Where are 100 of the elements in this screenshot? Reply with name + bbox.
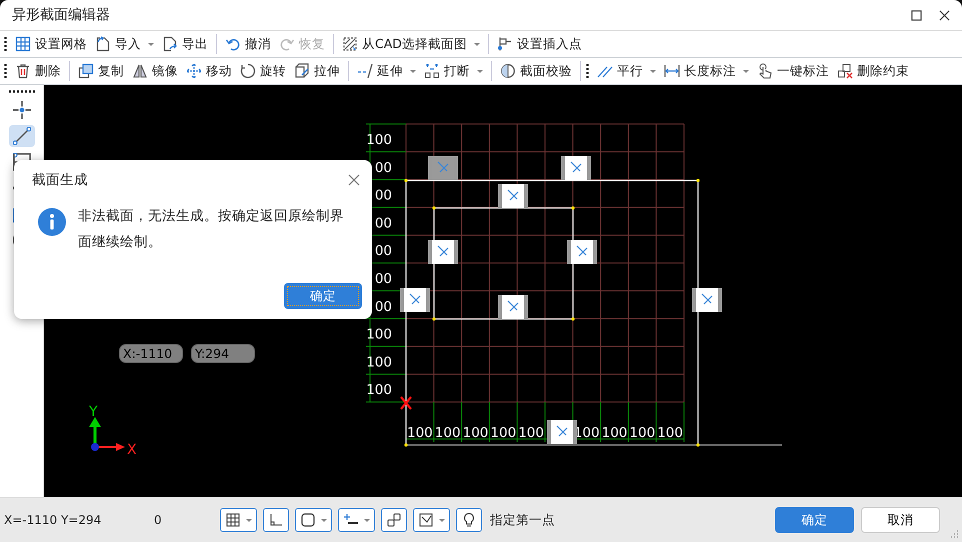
half-circle-icon xyxy=(500,63,516,79)
move-button[interactable]: 移动 xyxy=(183,60,235,82)
caret-icon xyxy=(364,518,370,522)
caret-icon xyxy=(439,518,445,522)
constraint-marker-icon[interactable] xyxy=(692,288,722,312)
angle-snap-button[interactable] xyxy=(413,508,450,532)
grid-snap-button[interactable] xyxy=(220,508,257,532)
constraint-marker-icon[interactable] xyxy=(498,184,528,208)
vertex-point[interactable] xyxy=(696,443,700,447)
caret-icon xyxy=(477,70,483,72)
export-button[interactable]: 导出 xyxy=(159,34,211,54)
tips-button[interactable] xyxy=(456,508,482,532)
vertex-point[interactable] xyxy=(696,178,700,182)
linked-squares-icon xyxy=(386,512,402,528)
resize-grip-icon xyxy=(950,530,959,539)
lightbulb-icon xyxy=(461,512,477,528)
dimension-label: 100 xyxy=(366,354,392,370)
dimension-label: 100 xyxy=(574,425,600,441)
grid-settings-button[interactable]: 设置网格 xyxy=(12,34,90,54)
ok-button[interactable]: 确定 xyxy=(775,507,854,533)
dimension-label: 100 xyxy=(366,326,392,343)
dimension-label: 00 xyxy=(374,188,392,204)
line-icon xyxy=(12,127,30,145)
vertex-point[interactable] xyxy=(571,206,575,210)
mirror-icon xyxy=(132,63,148,79)
hint-text: 指定第一点 xyxy=(490,512,555,528)
origin-point xyxy=(91,443,99,451)
length-dimension-icon xyxy=(664,63,680,79)
copy-button[interactable]: 复制 xyxy=(75,60,127,82)
dashed-frame-icon xyxy=(342,36,358,52)
line-snap-button[interactable] xyxy=(338,508,375,532)
vertex-point[interactable] xyxy=(432,206,436,210)
constraint-marker-icon[interactable] xyxy=(400,288,430,312)
line-tool[interactable] xyxy=(8,125,34,147)
mirror-button[interactable]: 镜像 xyxy=(129,60,181,82)
delete-constraint-icon xyxy=(837,63,853,79)
rounded-square-icon xyxy=(300,512,316,528)
delete-button[interactable]: 删除 xyxy=(12,60,64,82)
length-dimension-button[interactable]: 长度标注 xyxy=(661,60,752,82)
caret-icon xyxy=(246,518,252,522)
dialog-message: 非法截面，无法生成。按确定返回原绘制界面继续绘制。 xyxy=(78,207,345,252)
dimension-label: 100 xyxy=(407,425,433,441)
hand-pointer-icon xyxy=(757,63,773,79)
box-snap-button[interactable] xyxy=(381,508,407,532)
vertex-point[interactable] xyxy=(432,317,436,321)
dimension-label: 100 xyxy=(518,425,544,441)
ortho-button[interactable] xyxy=(263,508,289,532)
extend-icon xyxy=(357,63,373,79)
undo-button[interactable]: 撤消 xyxy=(222,34,274,54)
dimension-label: 100 xyxy=(366,132,392,148)
maximize-icon[interactable] xyxy=(911,10,922,20)
close-icon[interactable] xyxy=(939,10,950,20)
cad-select-button[interactable]: 从CAD选择截面图 xyxy=(339,34,483,54)
point-icon xyxy=(12,101,30,119)
insert-point-button[interactable]: 设置插入点 xyxy=(494,34,585,54)
dimension-label: 00 xyxy=(374,271,392,287)
caret-icon xyxy=(321,518,327,522)
coordinates-readout: X=-1110 Y=294 xyxy=(4,513,102,527)
copy-icon xyxy=(78,63,94,79)
extend-button[interactable]: 延伸 xyxy=(354,60,419,82)
break-button[interactable]: 打断 xyxy=(421,60,486,82)
grip-icon xyxy=(586,64,589,78)
caret-icon xyxy=(743,70,749,72)
constraint-marker-icon[interactable] xyxy=(498,295,528,319)
pin-icon xyxy=(496,36,513,52)
object-snap-button[interactable] xyxy=(295,508,332,532)
parallel-button[interactable]: 平行 xyxy=(594,60,659,82)
axis-label: Y xyxy=(89,404,98,420)
rotate-button[interactable]: 旋转 xyxy=(237,60,289,82)
vertex-point[interactable] xyxy=(404,443,408,447)
vertex-point[interactable] xyxy=(571,317,575,321)
auto-dimension-button[interactable]: 一键标注 xyxy=(754,60,832,82)
dimension-label: 100 xyxy=(462,425,488,441)
constraint-marker-icon[interactable] xyxy=(428,240,458,264)
import-button[interactable]: 导入 xyxy=(92,34,157,54)
section-check-button[interactable]: 截面校验 xyxy=(497,60,575,82)
caret-icon xyxy=(474,42,480,46)
dimension-label: 00 xyxy=(374,298,392,315)
constraint-marker-icon[interactable] xyxy=(547,420,577,444)
break-icon xyxy=(424,63,440,79)
caret-icon xyxy=(148,42,154,46)
stretch-button[interactable]: 拉伸 xyxy=(291,60,343,82)
info-icon xyxy=(38,208,66,236)
cancel-button[interactable]: 取消 xyxy=(861,507,940,533)
dimension-label: 00 xyxy=(374,215,392,232)
grid-icon xyxy=(15,36,31,52)
grid-icon xyxy=(225,512,241,528)
grip-icon xyxy=(4,37,7,51)
dimension-label: 100 xyxy=(602,425,628,441)
import-icon xyxy=(95,36,111,52)
delete-constraint-button[interactable]: 删除约束 xyxy=(834,60,912,82)
vertex-point[interactable] xyxy=(404,178,408,182)
undo-icon xyxy=(225,36,241,52)
confirm-button[interactable]: 确定 xyxy=(284,283,362,309)
redo-icon xyxy=(279,36,295,52)
constraint-marker-icon[interactable] xyxy=(561,156,591,180)
dimension-label: 100 xyxy=(490,425,516,441)
checked-square-icon xyxy=(418,512,434,528)
constraint-marker-icon[interactable] xyxy=(567,240,597,264)
cursor-y-readout: Y:294 xyxy=(191,344,255,363)
